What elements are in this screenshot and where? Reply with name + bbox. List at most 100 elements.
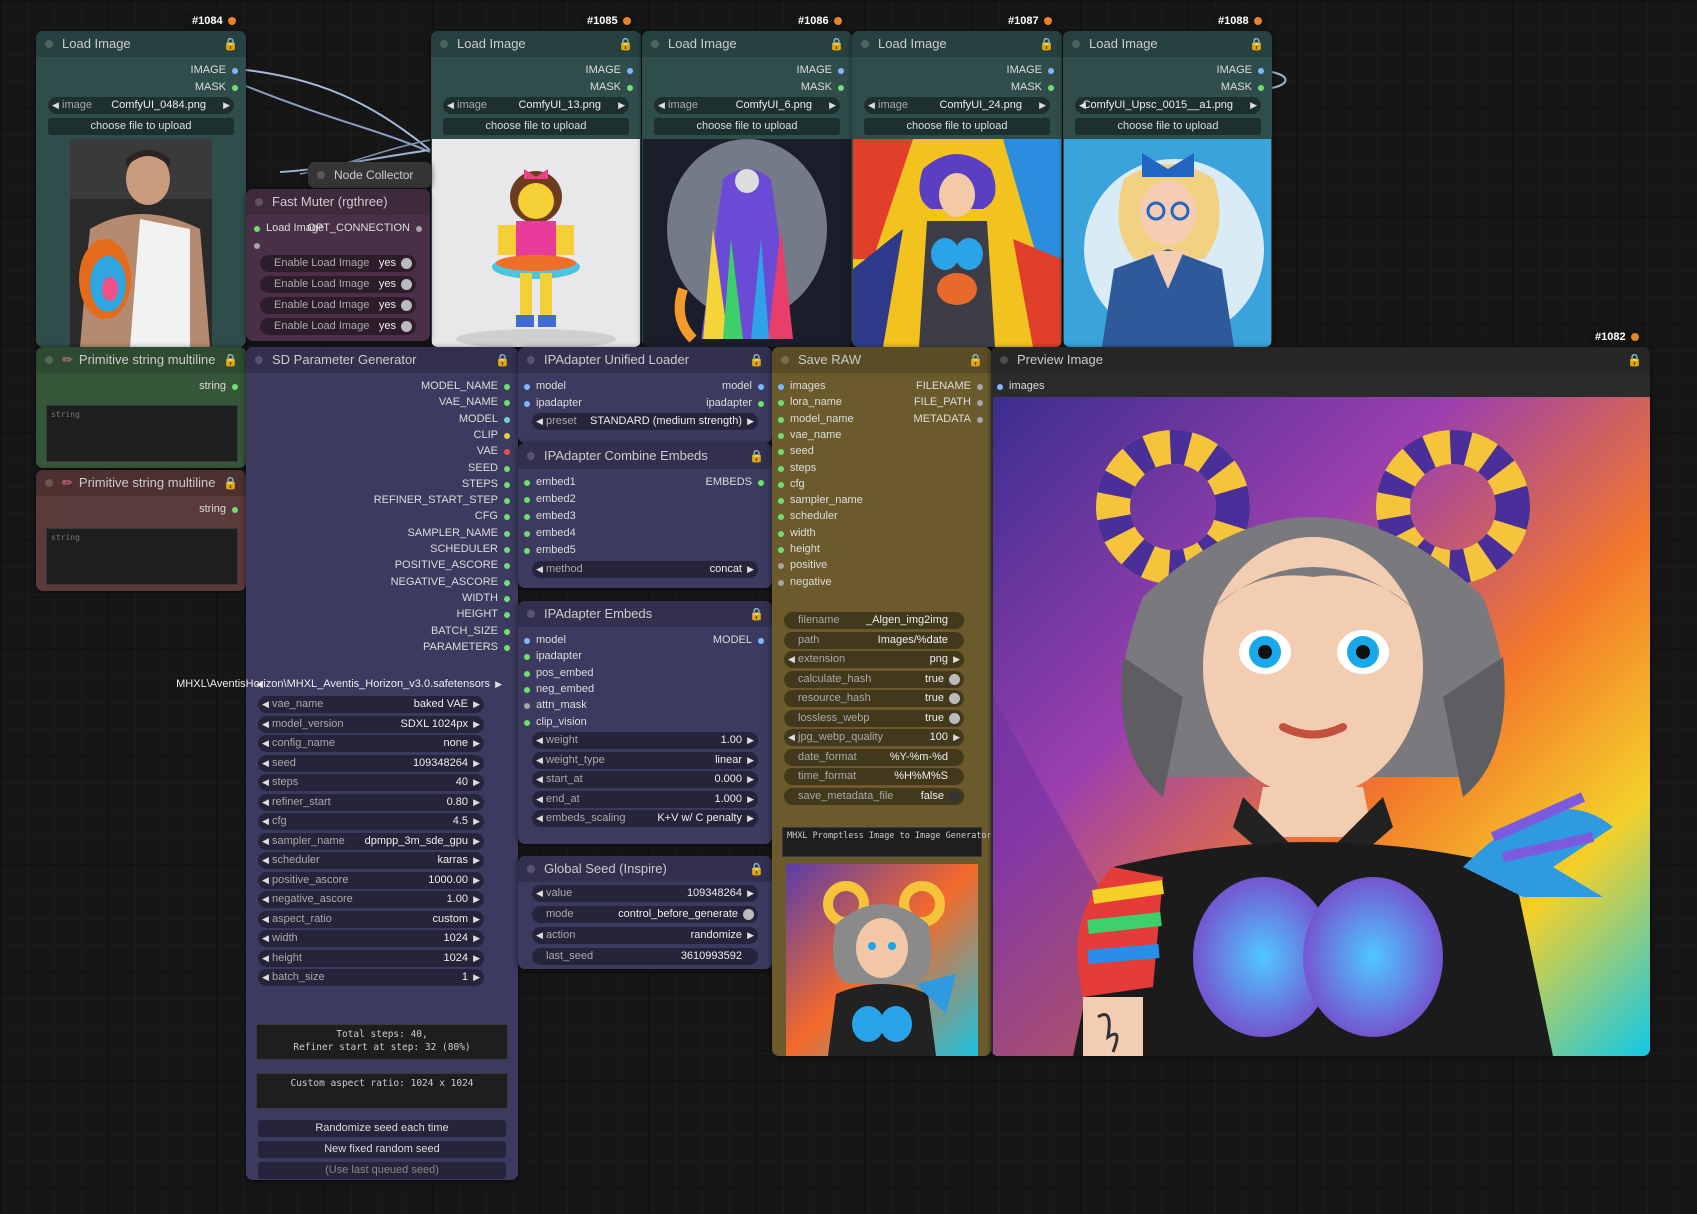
arrow-right-icon[interactable]: ▶ bbox=[618, 97, 625, 114]
output-image[interactable]: IMAGE bbox=[797, 64, 845, 76]
arrow-right-icon[interactable]: ▶ bbox=[1250, 97, 1257, 114]
node-header[interactable]: ✏ Primitive string multiline 🔒 bbox=[36, 347, 246, 373]
ipadapter-embeds-node[interactable]: IPAdapter Embeds 🔒 model ipadapter pos_embe… bbox=[518, 601, 772, 844]
node-header[interactable]: IPAdapter Unified Loader 🔒 bbox=[518, 347, 772, 373]
output-parameters[interactable]: PARAMETERS bbox=[423, 641, 510, 653]
lock-icon[interactable]: 🔒 bbox=[829, 31, 844, 57]
output-positive-ascore[interactable]: POSITIVE_ASCORE bbox=[395, 559, 511, 571]
resource-hash-widget[interactable]: resource_hash true bbox=[784, 690, 964, 707]
arrow-left-icon[interactable]: ◀ bbox=[536, 791, 543, 808]
output-vae-name[interactable]: VAE_NAME bbox=[439, 396, 511, 408]
output-model[interactable]: MODEL bbox=[713, 634, 765, 646]
arrow-left-icon[interactable]: ◀ bbox=[262, 696, 269, 713]
output-negative-ascore[interactable]: NEGATIVE_ASCORE bbox=[391, 576, 511, 588]
output-sampler-name[interactable]: SAMPLER_NAME bbox=[408, 527, 511, 539]
arrow-right-icon[interactable]: ▶ bbox=[223, 97, 230, 114]
output-embeds[interactable]: EMBEDS bbox=[706, 476, 765, 488]
arrow-right-icon[interactable]: ▶ bbox=[953, 729, 960, 746]
node-header[interactable]: IPAdapter Embeds 🔒 bbox=[518, 601, 772, 627]
collapse-dot[interactable] bbox=[527, 865, 535, 873]
output-ipadapter[interactable]: ipadapter bbox=[706, 397, 764, 409]
arrow-left-icon[interactable]: ◀ bbox=[262, 969, 269, 986]
node-header[interactable]: Preview Image 🔒 bbox=[991, 347, 1650, 373]
output-mask[interactable]: MASK bbox=[801, 81, 845, 93]
output-model[interactable]: model bbox=[722, 380, 764, 392]
load-image-node-1088[interactable]: Load Image🔒 IMAGE MASK ◀imageComfyUI_Ups… bbox=[1063, 31, 1272, 347]
image-combo[interactable]: ◀ image ComfyUI_13.png ▶ bbox=[443, 97, 629, 114]
arrow-right-icon[interactable]: ▶ bbox=[953, 651, 960, 668]
action-combo[interactable]: ◀ action randomize ▶ bbox=[532, 927, 758, 944]
upload-button[interactable]: choose file to upload bbox=[48, 118, 234, 135]
lock-icon[interactable]: 🔒 bbox=[968, 347, 983, 373]
arrow-right-icon[interactable]: ▶ bbox=[747, 771, 754, 788]
output-cfg[interactable]: CFG bbox=[475, 510, 511, 522]
arrow-right-icon[interactable]: ▶ bbox=[473, 696, 480, 713]
arrow-left-icon[interactable]: ◀ bbox=[262, 911, 269, 928]
input-ipadapter[interactable]: ipadapter bbox=[524, 397, 582, 409]
lock-icon[interactable]: 🔒 bbox=[1039, 31, 1054, 57]
output-mask[interactable]: MASK bbox=[195, 81, 239, 93]
arrow-left-icon[interactable]: ◀ bbox=[868, 97, 875, 114]
output-string[interactable]: string bbox=[199, 380, 238, 392]
lock-icon[interactable]: 🔒 bbox=[1627, 347, 1642, 373]
toggle-knob[interactable] bbox=[949, 693, 960, 704]
collapse-dot[interactable] bbox=[651, 40, 659, 48]
arrow-left-icon[interactable]: ◀ bbox=[262, 852, 269, 869]
weight-type-widget[interactable]: ◀ weight_type linear ▶ bbox=[532, 751, 758, 769]
input-cfg[interactable]: cfg bbox=[778, 478, 805, 490]
input-negative[interactable]: negative bbox=[778, 576, 832, 588]
input-embed3[interactable]: embed3 bbox=[524, 510, 576, 522]
arrow-right-icon[interactable]: ▶ bbox=[473, 735, 480, 752]
toggle-knob[interactable] bbox=[401, 258, 412, 269]
arrow-left-icon[interactable]: ◀ bbox=[262, 774, 269, 791]
upload-button[interactable]: choose file to upload bbox=[864, 118, 1050, 135]
width-widget[interactable]: ◀ width 1024 ▶ bbox=[258, 930, 484, 947]
output-string[interactable]: string bbox=[199, 503, 238, 515]
input-images[interactable]: images bbox=[997, 380, 1044, 392]
output-filename[interactable]: FILENAME bbox=[916, 380, 984, 392]
arrow-left-icon[interactable]: ◀ bbox=[262, 716, 269, 733]
toggle-knob[interactable] bbox=[401, 279, 412, 290]
input-model[interactable]: model bbox=[524, 380, 566, 392]
arrow-left-icon[interactable]: ◀ bbox=[536, 561, 543, 578]
node-header[interactable]: Fast Muter (rgthree) bbox=[246, 189, 430, 215]
input-vae-name[interactable]: vae_name bbox=[778, 429, 841, 441]
arrow-left-icon[interactable]: ◀ bbox=[262, 930, 269, 947]
output-height[interactable]: HEIGHT bbox=[456, 608, 510, 620]
start-at-widget[interactable]: ◀ start_at 0.000 ▶ bbox=[532, 771, 758, 788]
output-model-name[interactable]: MODEL_NAME bbox=[421, 380, 511, 392]
collapse-dot[interactable] bbox=[45, 479, 53, 487]
arrow-left-icon[interactable]: ◀ bbox=[52, 97, 59, 114]
collapse-dot[interactable] bbox=[317, 171, 325, 179]
load-image-node-1087[interactable]: Load Image 🔒 IMAGE MASK ◀ image ComfyUI_24.… bbox=[852, 31, 1062, 347]
arrow-left-icon[interactable]: ◀ bbox=[658, 97, 665, 114]
arrow-left-icon[interactable]: ◀ bbox=[262, 872, 269, 889]
input-pos-embed[interactable]: pos_embed bbox=[524, 667, 594, 679]
collapse-dot[interactable] bbox=[1000, 356, 1008, 364]
output-file-path[interactable]: FILE_PATH bbox=[914, 396, 984, 408]
arrow-left-icon[interactable]: ◀ bbox=[536, 752, 543, 769]
lock-icon[interactable]: 🔒 bbox=[749, 856, 764, 882]
output-image[interactable]: IMAGE bbox=[1007, 64, 1055, 76]
string-textarea[interactable]: string bbox=[46, 528, 238, 585]
global-seed-node[interactable]: Global Seed (Inspire) 🔒 ◀ value 109348264 ▶ … bbox=[518, 856, 772, 969]
output-batch-size[interactable]: BATCH_SIZE bbox=[431, 625, 511, 637]
output-width[interactable]: WIDTH bbox=[462, 592, 511, 604]
sd-parameter-generator-node[interactable]: SD Parameter Generator 🔒 MODEL_NAME VAE_NA… bbox=[176, 347, 518, 1180]
arrow-left-icon[interactable]: ◀ bbox=[262, 950, 269, 967]
input-steps[interactable]: steps bbox=[778, 462, 816, 474]
output-opt-connection[interactable]: OPT_CONNECTION bbox=[307, 222, 422, 234]
arrow-right-icon[interactable]: ▶ bbox=[473, 813, 480, 830]
node-header[interactable]: Save RAW 🔒 bbox=[772, 347, 991, 373]
arrow-right-icon[interactable]: ▶ bbox=[747, 561, 754, 578]
arrow-right-icon[interactable]: ▶ bbox=[747, 927, 754, 944]
negative-ascore-widget[interactable]: ◀ negative_ascore 1.00 ▶ bbox=[258, 891, 484, 908]
load-image-node-1086[interactable]: Load Image 🔒 IMAGE MASK ◀ image ComfyUI_6.p… bbox=[642, 31, 852, 347]
input-width[interactable]: width bbox=[778, 527, 816, 539]
collapse-dot[interactable] bbox=[45, 356, 53, 364]
date-format-widget[interactable]: date_format %Y-%m-%d bbox=[784, 748, 964, 766]
arrow-right-icon[interactable]: ▶ bbox=[747, 413, 754, 430]
arrow-left-icon[interactable]: ◀ bbox=[788, 651, 795, 668]
arrow-right-icon[interactable]: ▶ bbox=[473, 911, 480, 928]
arrow-left-icon[interactable]: ◀ bbox=[536, 927, 543, 944]
